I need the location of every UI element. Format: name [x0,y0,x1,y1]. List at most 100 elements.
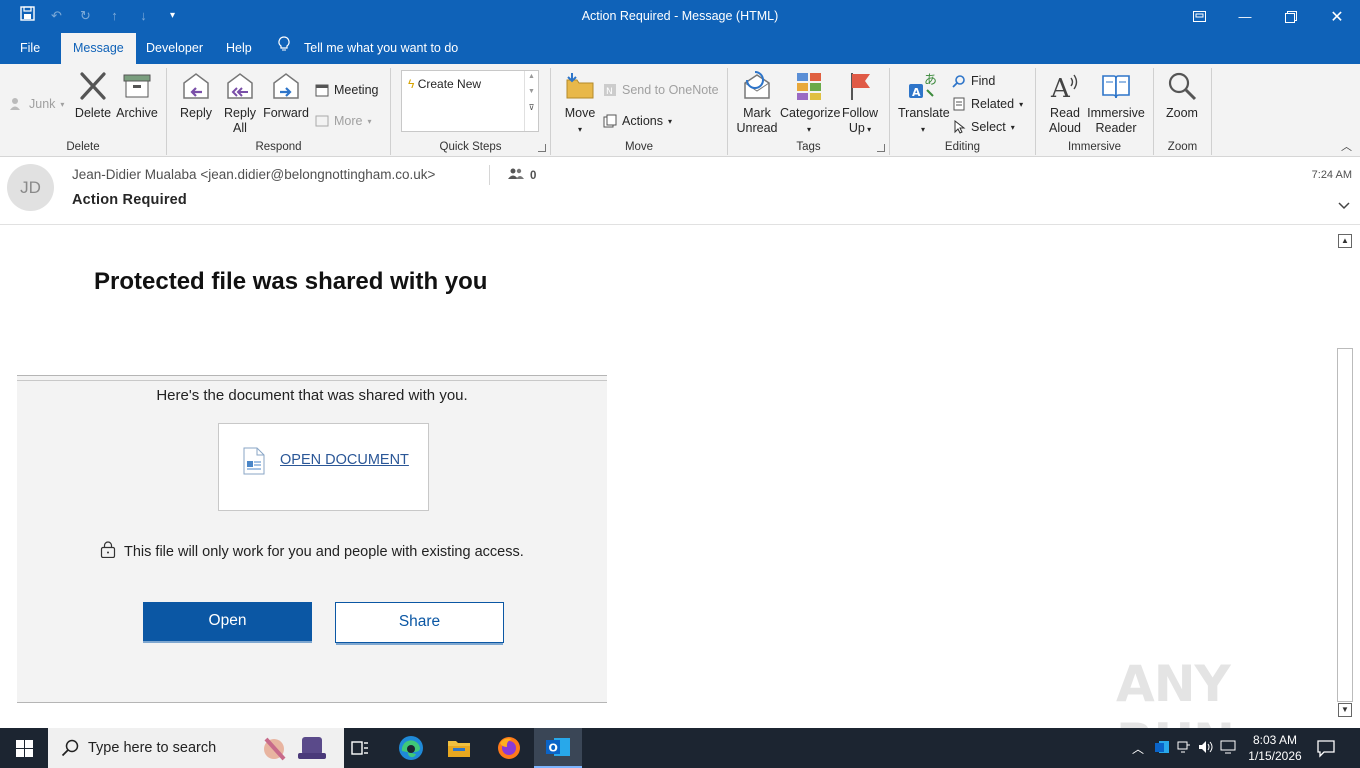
forward-button[interactable]: Forward [263,70,309,121]
close-icon[interactable]: ✕ [1314,0,1360,33]
access-notice: This file will only work for you and peo… [100,541,524,562]
move-button[interactable]: Move ▾ [561,70,599,137]
open-document-box[interactable]: OPEN DOCUMENT [218,423,429,511]
collapse-ribbon-icon[interactable]: ︿ [1341,138,1352,154]
svg-text:N: N [606,87,613,97]
related-label: Related [971,97,1015,111]
mark-unread-icon [744,71,770,99]
taskbar-clock[interactable]: 8:03 AM 1/15/2026 [1242,732,1308,764]
move-icon [566,73,594,99]
related-button[interactable]: Related ▾ [952,97,1023,111]
file-explorer-icon[interactable] [445,734,473,762]
body-scrollbar[interactable]: ▲ ▼ [1336,232,1354,718]
outlook-tray-icon[interactable] [1154,739,1170,755]
zoom-icon [1168,72,1197,101]
immersive-reader-icon [1102,75,1130,99]
select-label: Select [971,120,1006,134]
archive-label: Archive [116,106,158,120]
meeting-button[interactable]: Meeting [315,83,378,97]
scroll-up-icon[interactable]: ▲ [1338,234,1352,248]
actions-button[interactable]: Actions ▾ [603,114,672,128]
tab-developer[interactable]: Developer [134,33,215,64]
archive-icon [123,74,151,98]
read-aloud-button[interactable]: A Read Aloud [1044,70,1086,136]
immersive-group-label: Immersive [1067,141,1122,153]
tab-help[interactable]: Help [214,33,264,64]
shared-file-card: Here's the document that was shared with… [17,375,607,703]
tags-dialog-launcher[interactable] [877,144,885,152]
quick-steps-dialog-launcher[interactable] [538,144,546,152]
move-group: Move ▾ N Send to OneNote Actions ▾ Move [551,68,728,155]
junk-label: Junk [29,97,56,111]
open-document-link[interactable]: OPEN DOCUMENT [280,452,409,468]
delete-group: Junk ▾ Delete Archive Delete [0,68,167,155]
sender-address[interactable]: Jean-Didier Mualaba <jean.didier@belongn… [72,167,435,182]
mark-unread-button[interactable]: Mark Unread [734,70,780,136]
respond-group: Reply Reply All Forward Meeting More ▾ Re… [167,68,391,155]
share-button[interactable]: Share [335,602,504,643]
categorize-button[interactable]: Categorize ▾ [780,70,840,137]
delete-icon [80,72,106,100]
translate-label: Translate [898,106,950,120]
read-aloud-label-1: Read [1050,106,1080,120]
expand-header-icon[interactable] [1338,199,1350,213]
tab-file[interactable]: File [8,33,52,64]
action-center-icon[interactable] [1316,738,1336,761]
quick-step-create-new[interactable]: ϟ Create New [408,77,481,91]
find-button[interactable]: Find [952,74,995,88]
reply-label: Reply [180,106,212,120]
message-subject: Action Required [72,192,187,208]
junk-button[interactable]: Junk ▾ [10,97,64,111]
actions-icon [603,114,617,128]
more-respond-button[interactable]: More ▾ [315,114,372,128]
reply-button[interactable]: Reply [177,70,215,121]
task-view-icon[interactable] [346,734,374,762]
tell-me-search[interactable]: Tell me what you want to do [278,33,458,64]
notification-area-icon[interactable] [1220,740,1236,754]
tab-message[interactable]: Message [61,33,136,64]
svg-text:O: O [549,742,558,755]
reply-all-button[interactable]: Reply All [221,70,259,136]
email-headline: Protected file was shared with you [94,268,488,295]
immersive-reader-button[interactable]: Immersive Reader [1086,70,1146,136]
read-aloud-label-2: Aloud [1049,121,1081,135]
access-text: This file will only work for you and peo… [124,543,524,560]
flag-icon [851,73,870,100]
svg-text:A: A [1050,74,1071,102]
edge-icon[interactable] [397,734,425,762]
outlook-taskbar-button[interactable]: O [534,728,582,768]
svg-text:あ: あ [924,73,937,88]
document-icon [243,447,265,475]
open-button[interactable]: Open [143,602,312,643]
windows-logo-icon [15,739,33,757]
quick-steps-group-label: Quick Steps [439,141,502,153]
quick-steps-gallery[interactable]: ϟ Create New ▲ ▼ ⊽ [401,70,539,132]
network-icon[interactable] [1177,740,1191,754]
avatar[interactable]: JD [7,164,54,211]
show-hidden-icons-icon[interactable]: ︿ [1132,740,1144,757]
read-aloud-icon: A [1050,74,1078,102]
ribbon-display-options-icon[interactable] [1176,0,1222,33]
archive-button[interactable]: Archive [114,70,160,121]
people-icon [508,168,524,183]
header-divider [489,165,490,185]
window-controls: — ✕ [1176,0,1360,33]
scroll-thumb[interactable] [1337,348,1353,702]
follow-up-button[interactable]: Follow Up ▾ [840,70,880,137]
minimize-icon[interactable]: — [1222,0,1268,33]
lightning-icon: ϟ [408,77,415,91]
zoom-button[interactable]: Zoom [1162,70,1202,121]
tags-group: Mark Unread Categorize ▾ Follow Up ▾ Tags [728,68,890,155]
firefox-icon[interactable] [495,734,523,762]
translate-button[interactable]: Aあ Translate ▾ [898,70,950,137]
select-button[interactable]: Select ▾ [952,119,1015,134]
quick-steps-scrollbar[interactable]: ▲ ▼ ⊽ [524,71,538,131]
taskbar-search-box[interactable]: Type here to search [48,728,344,768]
people-count[interactable]: 0 [508,168,536,183]
start-button[interactable] [0,728,48,768]
volume-icon[interactable] [1198,740,1214,754]
delete-button[interactable]: Delete [74,70,112,121]
move-group-label: Move [624,141,654,153]
send-to-onenote-button[interactable]: N Send to OneNote [603,83,719,97]
restore-icon[interactable] [1268,0,1314,33]
